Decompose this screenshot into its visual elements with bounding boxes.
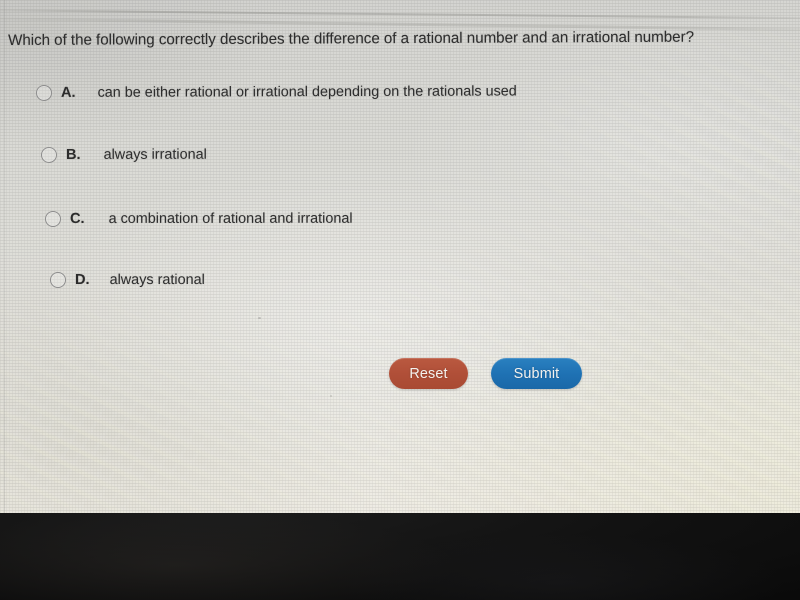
option-letter-d: D. — [74, 272, 90, 289]
radio-button-b[interactable] — [40, 146, 58, 163]
option-letter-b: B. — [65, 146, 81, 163]
option-text-c: a combination of rational and irrational — [108, 210, 353, 227]
option-text-b: always irrational — [103, 146, 207, 163]
radio-button-c[interactable] — [44, 210, 62, 227]
photograph-of-screen: Which of the following correctly describ… — [0, 0, 800, 600]
radio-button-a[interactable] — [35, 84, 53, 101]
device-bezel-bottom — [0, 513, 800, 600]
quiz-content: Which of the following correctly describ… — [0, 0, 800, 514]
action-button-row: Reset Submit — [389, 358, 582, 389]
option-text-d: always rational — [109, 272, 205, 289]
option-letter-a: A. — [60, 84, 76, 101]
screen-panel: Which of the following correctly describ… — [0, 0, 800, 514]
reset-button[interactable]: Reset — [389, 358, 468, 389]
submit-button[interactable]: Submit — [491, 358, 582, 389]
answer-option-d[interactable]: D. always rational — [49, 272, 205, 289]
question-text: Which of the following correctly describ… — [8, 28, 695, 49]
option-letter-c: C. — [69, 210, 85, 227]
option-text-a: can be either rational or irrational dep… — [97, 83, 517, 101]
answer-option-b[interactable]: B. always irrational — [40, 146, 207, 163]
radio-button-d[interactable] — [49, 272, 67, 289]
answer-option-a[interactable]: A. can be either rational or irrational … — [35, 83, 517, 101]
answer-option-c[interactable]: C. a combination of rational and irratio… — [44, 210, 353, 227]
